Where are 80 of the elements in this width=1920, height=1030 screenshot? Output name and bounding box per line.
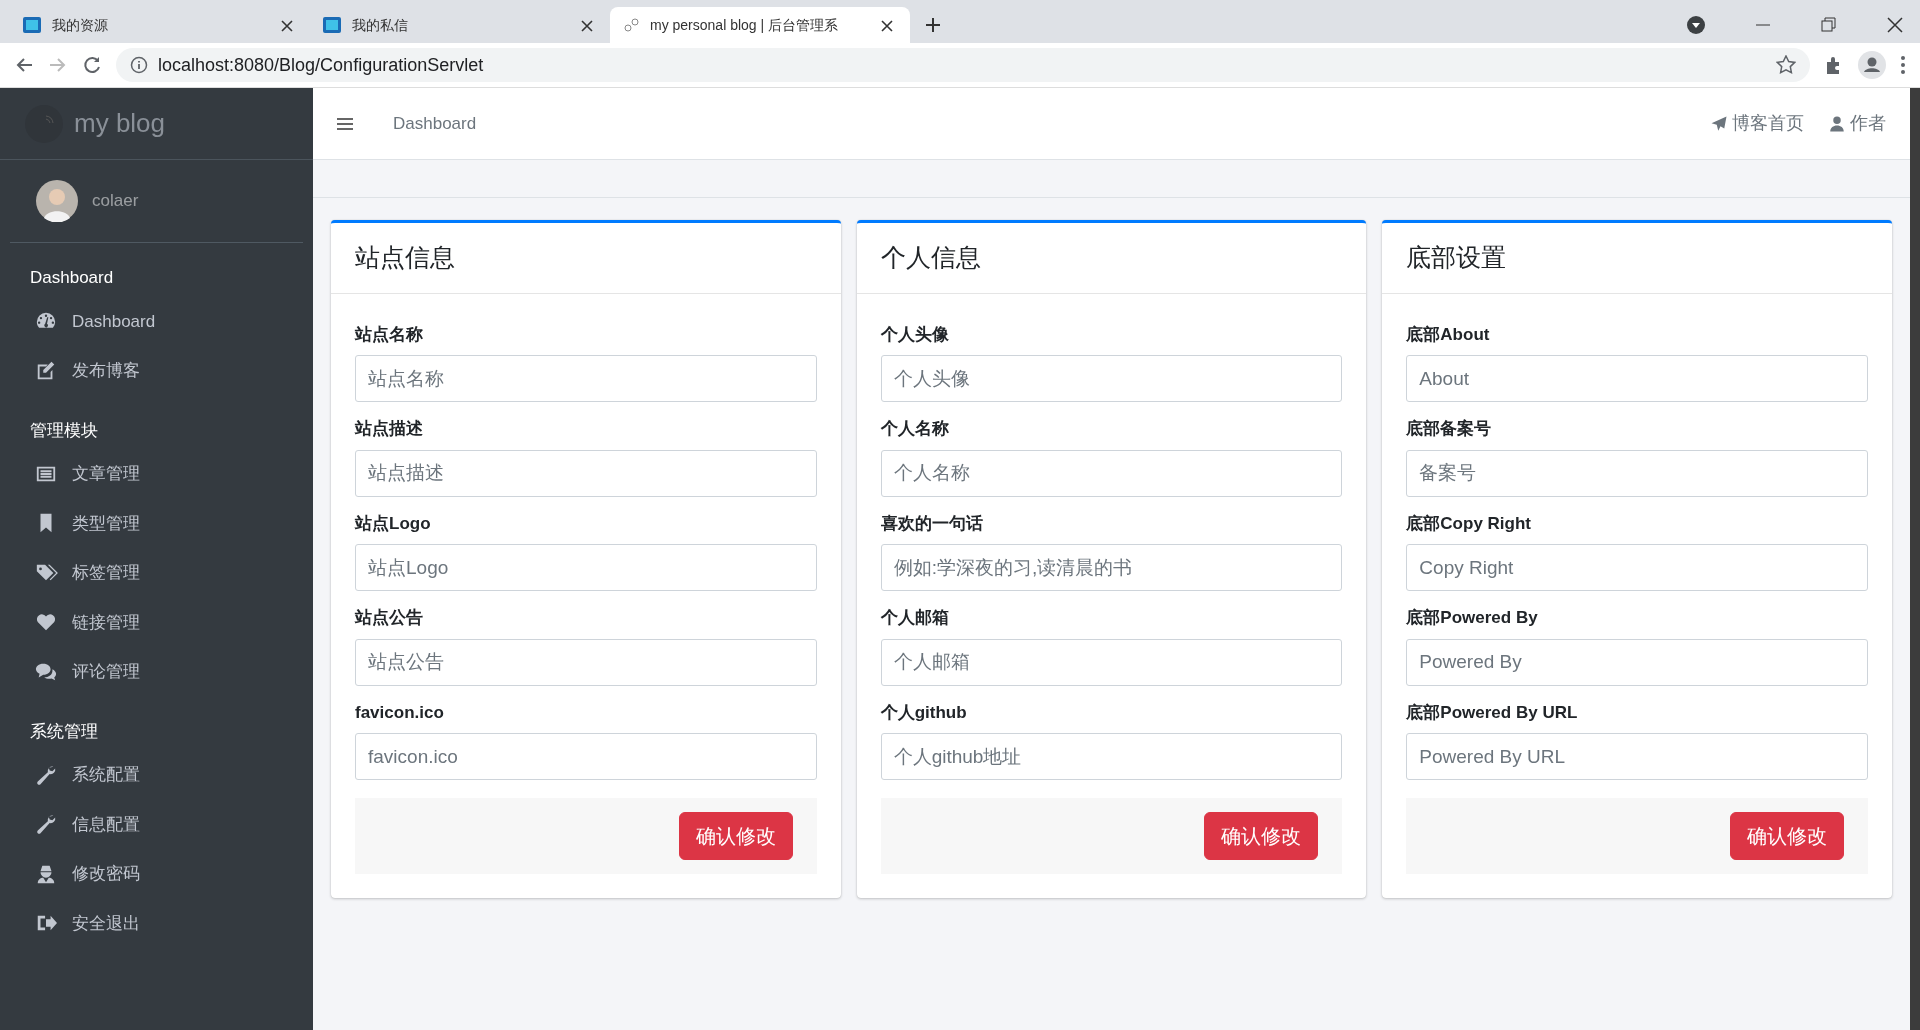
field-label: 个人头像 [880, 323, 950, 346]
close-icon[interactable] [1886, 16, 1904, 34]
profile-icon[interactable] [1858, 51, 1886, 79]
header-link[interactable]: 作者 [1828, 110, 1886, 137]
field-label: 个人邮箱 [880, 607, 950, 629]
field-label: 站点名称 [355, 323, 424, 346]
site-logo-icon [322, 15, 342, 35]
star-icon[interactable] [1776, 55, 1796, 75]
input-field[interactable]: 站点名称 [355, 355, 817, 402]
field-label: 个人名称 [880, 418, 950, 440]
sidebar-item[interactable]: 发布博客 [0, 346, 313, 396]
input-field[interactable]: About [1406, 355, 1868, 402]
input-field[interactable]: Copy Right [1406, 544, 1868, 591]
sidebar-item[interactable]: 修改密码 [0, 849, 313, 899]
page-title: Dashboard [393, 112, 477, 135]
sidebar-item[interactable]: 链接管理 [0, 597, 313, 647]
scrollbar[interactable] [1910, 88, 1920, 1030]
menu-icon[interactable] [337, 116, 353, 131]
input-field[interactable]: favicon.ico [355, 733, 817, 780]
sidebar-item[interactable]: 标签管理 [0, 548, 313, 598]
input-field[interactable]: 站点公告 [355, 638, 817, 686]
sidebar-item[interactable]: 系统配置 [0, 750, 313, 800]
section-heading: 系统管理 [29, 720, 99, 743]
confirm-button[interactable]: 确认修改 [1730, 812, 1844, 860]
new-tab-icon[interactable] [924, 16, 942, 34]
sidebar-item[interactable]: 文章管理 [0, 449, 313, 499]
browser-tab[interactable]: 我的私信 [310, 7, 610, 43]
field-label: 底部Powered By URL [1406, 701, 1579, 724]
input-field[interactable]: 个人github地址 [880, 733, 1343, 780]
close-icon [880, 19, 894, 34]
user-name[interactable]: colaer [92, 188, 139, 214]
input-field[interactable]: 例如:学深夜的习,读清晨的书 [880, 544, 1343, 591]
confirm-button[interactable]: 确认修改 [678, 812, 793, 860]
field-label: 底部Copy Right [1406, 512, 1532, 535]
input-field[interactable]: 备案号 [1406, 449, 1868, 497]
field-label: 站点公告 [355, 607, 424, 629]
page-icon [622, 16, 640, 34]
field-label: 站点描述 [355, 418, 424, 440]
reload-icon[interactable] [82, 55, 102, 75]
user-icon [1828, 114, 1846, 133]
field-label: 底部About [1406, 323, 1491, 346]
field-label: 站点Logo [355, 512, 432, 535]
browser-tab[interactable]: 我的资源 [10, 7, 310, 43]
close-icon [280, 19, 294, 34]
field-label: 底部备案号 [1406, 418, 1493, 440]
close-icon [580, 19, 594, 34]
restore-icon[interactable] [1820, 16, 1838, 34]
site-logo-icon [22, 15, 42, 35]
input-field[interactable]: 个人头像 [880, 355, 1343, 402]
info-icon[interactable] [130, 56, 148, 74]
sidebar-item[interactable]: 安全退出 [0, 898, 313, 948]
paper-plane-icon [1710, 114, 1728, 133]
input-field[interactable]: 站点描述 [355, 449, 817, 497]
header-link[interactable]: 博客首页 [1710, 110, 1804, 137]
user-avatar [36, 180, 78, 222]
confirm-button[interactable]: 确认修改 [1204, 812, 1319, 860]
input-field[interactable]: 个人名称 [880, 449, 1343, 497]
dropdown-icon[interactable] [1686, 15, 1706, 35]
field-label: 喜欢的一句话 [880, 512, 984, 535]
sidebar-item[interactable]: 信息配置 [0, 799, 313, 849]
sidebar-item[interactable]: 类型管理 [0, 498, 313, 548]
section-heading: 管理模块 [29, 419, 99, 442]
card-title: 个人信息 [856, 223, 1367, 294]
input-field[interactable]: 个人邮箱 [880, 638, 1343, 686]
field-label: 底部Powered By [1406, 607, 1539, 629]
input-field[interactable]: Powered By URL [1406, 733, 1868, 780]
card-title: 底部设置 [1382, 223, 1892, 294]
browser-tab[interactable]: my personal blog | 后台管理系 [610, 7, 910, 43]
input-field[interactable]: Powered By [1406, 638, 1868, 686]
sidebar-item[interactable]: Dashboard [0, 296, 313, 346]
card-title: 站点信息 [331, 223, 841, 294]
input-field[interactable]: 站点Logo [355, 544, 817, 591]
field-label: 个人github [880, 701, 968, 724]
more-menu-icon[interactable] [1900, 55, 1906, 75]
logo-icon [24, 103, 64, 144]
field-label: favicon.ico [355, 701, 445, 724]
section-heading: Dashboard [29, 267, 115, 289]
brand-name[interactable]: my blog [74, 104, 166, 143]
sidebar-item[interactable]: 评论管理 [0, 647, 313, 697]
address-bar[interactable]: localhost:8080/Blog/ConfigurationServlet [116, 48, 1810, 82]
